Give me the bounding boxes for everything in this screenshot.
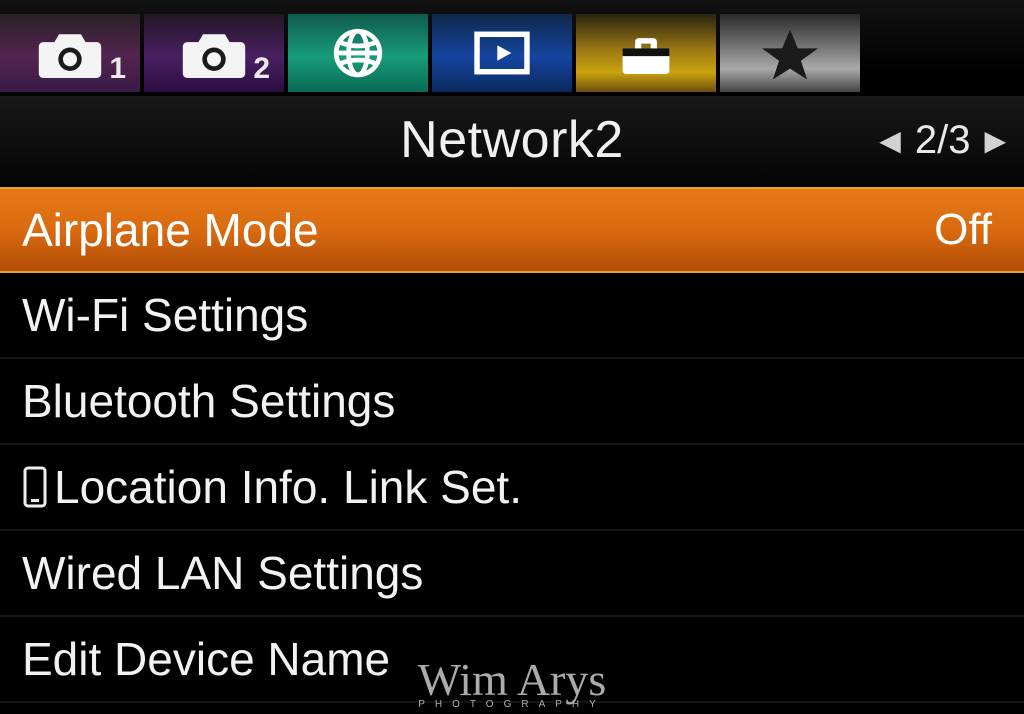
tab-playback[interactable]: [432, 14, 572, 92]
page-next-icon[interactable]: ▶: [970, 124, 1020, 157]
menu-item-label: Wi-Fi Settings: [22, 288, 308, 342]
menu-item-bluetooth-settings[interactable]: Bluetooth Settings: [0, 359, 1024, 445]
star-icon: [751, 20, 829, 86]
menu-item-wifi-settings[interactable]: Wi-Fi Settings: [0, 273, 1024, 359]
menu-item-label: Bluetooth Settings: [22, 374, 395, 428]
menu-list: Airplane Mode Off Wi-Fi Settings Bluetoo…: [0, 187, 1024, 714]
toolbox-icon: [607, 20, 685, 86]
title-bar: Network2 ◀ 2/3 ▶: [0, 96, 1024, 187]
globe-icon: [319, 20, 397, 86]
pager: ◀ 2/3 ▶: [865, 96, 1024, 184]
camera-icon: [31, 20, 109, 86]
menu-item-edit-device-name[interactable]: Edit Device Name: [0, 617, 1024, 703]
menu-item-value: Off: [934, 205, 992, 255]
tab-sub-label: 1: [109, 52, 126, 86]
menu-item-label: Wired LAN Settings: [22, 546, 423, 600]
menu-item-label: Edit Device Name: [22, 632, 390, 686]
tab-camera2[interactable]: 2: [144, 14, 284, 92]
camera-icon: [175, 20, 253, 86]
menu-item-label: Location Info. Link Set.: [54, 460, 522, 514]
tab-favorites[interactable]: [720, 14, 860, 92]
tab-network[interactable]: [288, 14, 428, 92]
menu-item-wired-lan-settings[interactable]: Wired LAN Settings: [0, 531, 1024, 617]
menu-item-location-info-link[interactable]: Location Info. Link Set.: [0, 445, 1024, 531]
tab-sub-label: 2: [253, 52, 270, 86]
phone-icon: [22, 466, 48, 508]
pager-text: 2/3: [915, 118, 971, 163]
page-prev-icon[interactable]: ◀: [865, 124, 915, 157]
tab-setup[interactable]: [576, 14, 716, 92]
menu-item-airplane-mode[interactable]: Airplane Mode Off: [0, 187, 1024, 273]
tab-camera1[interactable]: 1: [0, 14, 140, 92]
tab-strip: 1 2: [0, 0, 1024, 96]
play-icon: [463, 20, 541, 86]
menu-item-label: Airplane Mode: [22, 203, 319, 257]
